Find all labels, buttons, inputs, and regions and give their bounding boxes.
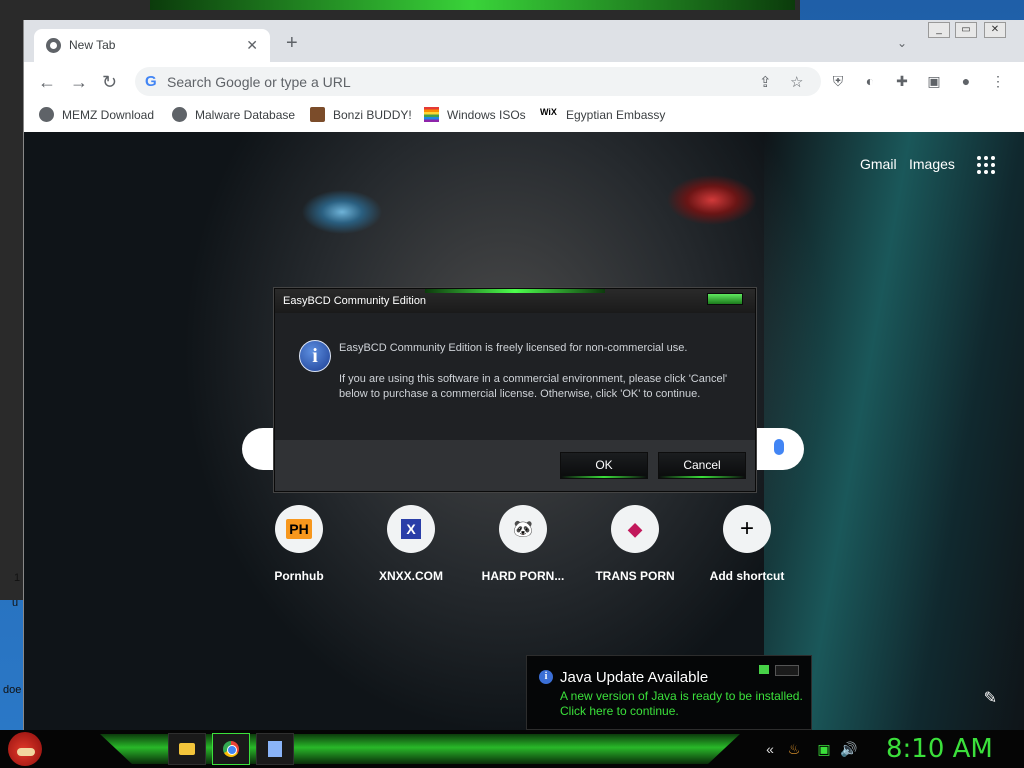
background-window-titlebar (150, 0, 795, 10)
volume-icon[interactable]: 🔊 (840, 741, 857, 757)
notification-link[interactable]: Click here to continue. (560, 704, 679, 718)
tab-close-icon[interactable]: ✕ (246, 37, 258, 54)
omnibox[interactable]: G Search Google or type a URL ⇪ ☆ (135, 67, 821, 96)
tab-search-icon[interactable]: ⌄ (897, 36, 907, 50)
forward-icon[interactable]: → (70, 72, 88, 93)
shortcut-tile[interactable]: X XNXX.COM (355, 505, 467, 583)
notification-title: Java Update Available (560, 669, 709, 686)
shortcut-label: XNXX.COM (378, 569, 443, 583)
notification-close-button[interactable] (775, 665, 799, 676)
java-update-notification[interactable]: i Java Update Available A new version of… (526, 655, 812, 730)
taskbar-clock[interactable]: 8:10 AM (886, 734, 993, 764)
desktop-text: 1 (14, 572, 21, 584)
shortcut-tile[interactable]: PH Pornhub (243, 505, 355, 583)
extensions-puzzle-icon[interactable]: ✚ (894, 73, 910, 89)
dialog-message: If you are using this software in a comm… (339, 373, 728, 400)
dialog-close-button[interactable] (707, 293, 743, 305)
notification-icon (759, 665, 769, 674)
plus-icon: + (723, 505, 771, 553)
bookmark-star-icon[interactable]: ☆ (790, 73, 803, 91)
taskbar-chrome[interactable] (212, 733, 250, 765)
dialog-footer: OK Cancel (275, 440, 755, 491)
easybcd-license-dialog: EasyBCD Community Edition i EasyBCD Comm… (274, 288, 756, 492)
shortcut-icon: ◆ (611, 505, 659, 553)
google-icon: G (145, 73, 157, 90)
chrome-icon (223, 741, 239, 757)
wix-icon: WiX (540, 107, 557, 117)
shortcut-tile[interactable]: ◆ TRANS PORN (579, 505, 691, 583)
bookmark-item[interactable]: Malware Database (172, 107, 295, 122)
close-button[interactable]: ✕ (984, 22, 1006, 38)
notification-text: A new version of Java is ready to be ins… (560, 689, 803, 703)
info-icon: i (539, 670, 553, 684)
shortcut-label: Pornhub (274, 569, 324, 583)
shortcut-label: Add shortcut (709, 569, 785, 583)
customize-pencil-icon[interactable]: ✎ (984, 688, 997, 708)
extension-icon[interactable]: ◐ (862, 73, 878, 89)
minimize-button[interactable]: _ (928, 22, 950, 38)
bookmark-item[interactable]: MEMZ Download (39, 107, 154, 122)
tray-show-hidden-icon[interactable]: « (762, 741, 778, 757)
java-tray-icon[interactable]: ♨ (786, 741, 802, 757)
bookmark-item[interactable]: WiX Egyptian Embassy (540, 107, 665, 122)
images-link[interactable]: Images (909, 156, 955, 172)
reload-icon[interactable]: ↻ (102, 72, 117, 93)
microphone-icon[interactable] (774, 439, 784, 455)
share-icon[interactable]: ⇪ (759, 73, 772, 91)
side-panel-icon[interactable]: ▣ (926, 73, 942, 89)
shortcut-tile[interactable]: 🐼 HARD PORN... (467, 505, 579, 583)
app-icon (268, 741, 282, 757)
globe-icon (39, 107, 54, 122)
shortcut-icon: X (387, 505, 435, 553)
background-image (764, 132, 1024, 730)
bookmark-item[interactable]: Bonzi BUDDY! (310, 107, 412, 122)
shortcut-label: HARD PORN... (481, 569, 565, 583)
shortcut-icon: PH (275, 505, 323, 553)
tab-title: New Tab (69, 38, 116, 52)
back-icon[interactable]: ← (38, 72, 56, 93)
network-icon[interactable]: ▣ (816, 741, 832, 757)
desktop-text: doe (3, 684, 22, 696)
shortcut-icon: 🐼 (499, 505, 547, 553)
bookmarks-bar: MEMZ Download Malware Database Bonzi BUD… (24, 102, 1024, 133)
rainbow-flag-icon (424, 107, 439, 122)
ok-button[interactable]: OK (560, 452, 648, 479)
omnibox-placeholder: Search Google or type a URL (167, 74, 351, 90)
cancel-button[interactable]: Cancel (658, 452, 746, 479)
bookmark-item[interactable]: Windows ISOs (424, 107, 526, 122)
taskbar: « ♨ ▣ 🔊 8:10 AM (0, 730, 1024, 768)
desktop-text: u (12, 597, 19, 609)
tab-strip: New Tab ✕ + ⌄ _ ▭ ✕ (24, 20, 1024, 62)
globe-icon (172, 107, 187, 122)
maximize-button[interactable]: ▭ (955, 22, 977, 38)
dialog-title: EasyBCD Community Edition (283, 295, 427, 307)
dialog-body: i EasyBCD Community Edition is freely li… (275, 313, 755, 440)
taskbar-app[interactable] (256, 733, 294, 765)
shortcut-label: TRANS PORN (595, 569, 675, 583)
info-icon: i (299, 340, 331, 372)
gmail-link[interactable]: Gmail (860, 156, 897, 172)
ublock-extension-icon[interactable]: ⛨ (830, 73, 846, 89)
apps-grid-icon[interactable] (977, 156, 995, 174)
folder-icon (179, 743, 195, 755)
menu-icon[interactable]: ⋮ (990, 73, 1006, 89)
toolbar: ← → ↻ G Search Google or type a URL ⇪ ☆ … (24, 62, 1024, 102)
new-tab-button[interactable]: + (286, 33, 298, 53)
dialog-titlebar: EasyBCD Community Edition (275, 289, 755, 313)
taskbar-explorer[interactable] (168, 733, 206, 765)
bonzi-icon (310, 107, 325, 122)
chrome-icon (46, 38, 61, 53)
tab-new-tab[interactable]: New Tab ✕ (34, 29, 270, 62)
dialog-message: EasyBCD Community Edition is freely lice… (339, 342, 688, 354)
start-button-angry-bird-icon[interactable] (8, 732, 42, 766)
add-shortcut-tile[interactable]: + Add shortcut (691, 505, 803, 583)
profile-icon[interactable]: ● (958, 73, 974, 89)
